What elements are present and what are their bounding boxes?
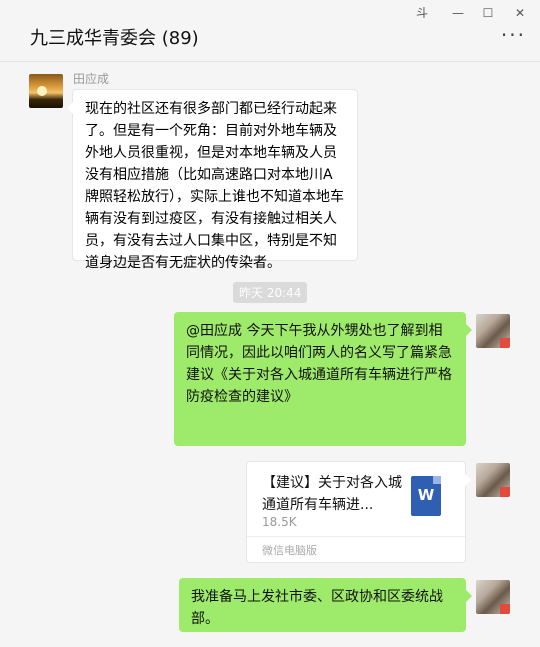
close-button[interactable]: ✕ bbox=[506, 4, 534, 22]
incoming-message-bubble[interactable]: 现在的社区还有很多部门都已经行动起来了。但是有一个死角：目前对外地车辆及外地人员… bbox=[67, 89, 358, 271]
minimize-button[interactable]: — bbox=[444, 4, 472, 22]
file-attachment-card[interactable]: 【建议】关于对各入城通道所有车辆进... 18.5K W 微信电脑版 bbox=[246, 461, 471, 563]
self-avatar[interactable] bbox=[476, 314, 510, 348]
sun-icon bbox=[37, 86, 47, 96]
self-avatar[interactable] bbox=[476, 580, 510, 614]
file-name: 【建议】关于对各入城通道所有车辆进... bbox=[262, 475, 402, 513]
avatar-badge bbox=[500, 338, 510, 348]
title-bar: 九三成华青委会 (89) ⽃ — ☐ ✕ ··· bbox=[0, 0, 540, 62]
sender-name: 田应成 bbox=[73, 72, 110, 86]
avatar-badge bbox=[500, 487, 510, 497]
file-size: 18.5K bbox=[262, 515, 297, 529]
file-source: 微信电脑版 bbox=[262, 544, 317, 557]
pin-icon[interactable]: ⽃ bbox=[408, 4, 436, 22]
timestamp: 昨天 20:44 bbox=[233, 282, 308, 303]
chat-title: 九三成华青委会 (89) bbox=[30, 28, 199, 49]
word-document-icon: W bbox=[411, 476, 441, 516]
avatar-badge bbox=[500, 604, 510, 614]
word-icon-letter: W bbox=[417, 486, 435, 504]
outgoing-message-bubble[interactable]: @田应成 今天下午我从外甥处也了解到相同情况，因此以咱们两人的名义写了篇紧急建议… bbox=[174, 312, 472, 446]
self-avatar[interactable] bbox=[476, 463, 510, 497]
divider bbox=[247, 536, 465, 537]
more-options-button[interactable]: ··· bbox=[501, 25, 526, 45]
outgoing-message-bubble[interactable]: 我准备马上发社市委、区政协和区委统战部。 bbox=[179, 578, 472, 632]
maximize-button[interactable]: ☐ bbox=[474, 4, 502, 22]
sender-avatar[interactable] bbox=[29, 74, 63, 108]
